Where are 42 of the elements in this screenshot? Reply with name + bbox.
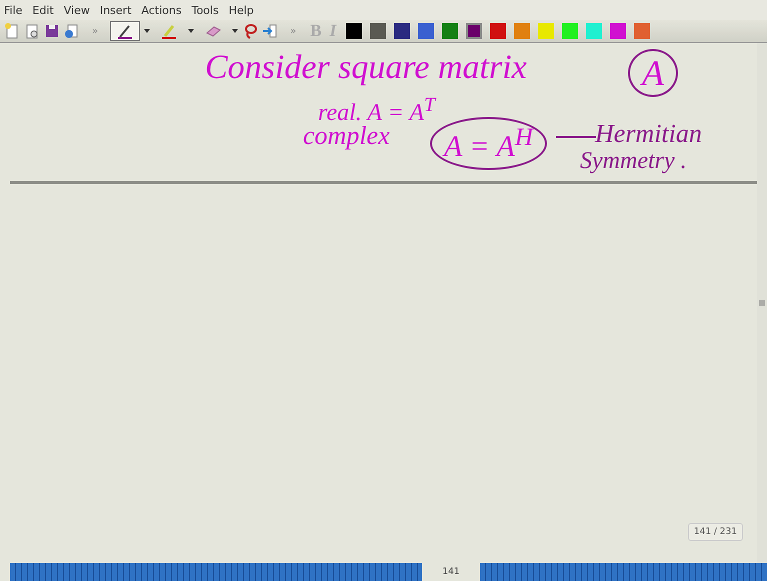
- menu-item[interactable]: Tools: [192, 4, 219, 16]
- color-swatch[interactable]: [562, 23, 578, 39]
- color-swatch[interactable]: [634, 23, 650, 39]
- caret-icon[interactable]: [188, 29, 194, 33]
- page-counter: 141 / 231: [688, 523, 743, 541]
- handwritten-text: Consider square matrix: [205, 51, 527, 85]
- connector-line: [556, 136, 596, 138]
- color-swatch[interactable]: [586, 23, 602, 39]
- circled-equation: A = A$^{H}$: [430, 117, 547, 170]
- color-swatch[interactable]: [442, 23, 458, 39]
- save-icon[interactable]: [44, 23, 60, 39]
- handwritten-text: complex: [303, 123, 390, 149]
- color-swatch[interactable]: [370, 23, 386, 39]
- page-number: 141: [441, 566, 461, 579]
- menu-item[interactable]: Actions: [141, 4, 182, 16]
- caret-icon[interactable]: [232, 29, 238, 33]
- color-swatch[interactable]: [514, 23, 530, 39]
- lasso-icon[interactable]: [242, 23, 258, 39]
- menu-item[interactable]: Insert: [100, 4, 132, 16]
- color-swatch[interactable]: [418, 23, 434, 39]
- menu-item[interactable]: Edit: [32, 4, 54, 16]
- new-page-icon[interactable]: [4, 23, 20, 39]
- send-document-icon[interactable]: [64, 23, 80, 39]
- color-swatch[interactable]: [490, 23, 506, 39]
- document-clock-icon[interactable]: [24, 23, 40, 39]
- pen-icon: [117, 23, 134, 39]
- caret-icon[interactable]: [144, 29, 150, 33]
- circled-letter: A: [628, 49, 678, 97]
- tool-button[interactable]: [110, 21, 140, 41]
- color-swatch[interactable]: [538, 23, 554, 39]
- color-swatch[interactable]: [610, 23, 626, 39]
- scroll-grip-icon[interactable]: [758, 299, 766, 307]
- highlighter-icon: [161, 23, 178, 39]
- menu-item[interactable]: File: [4, 4, 22, 16]
- handwritten-text: Hermitian: [595, 121, 702, 147]
- color-swatch[interactable]: [394, 23, 410, 39]
- insert-space-icon[interactable]: [262, 23, 278, 39]
- color-swatch[interactable]: [346, 23, 362, 39]
- color-swatch[interactable]: [466, 23, 482, 39]
- menu-item[interactable]: Help: [228, 4, 254, 16]
- handwritten-text: Symmetry .: [580, 149, 687, 173]
- menu-item[interactable]: View: [64, 4, 90, 16]
